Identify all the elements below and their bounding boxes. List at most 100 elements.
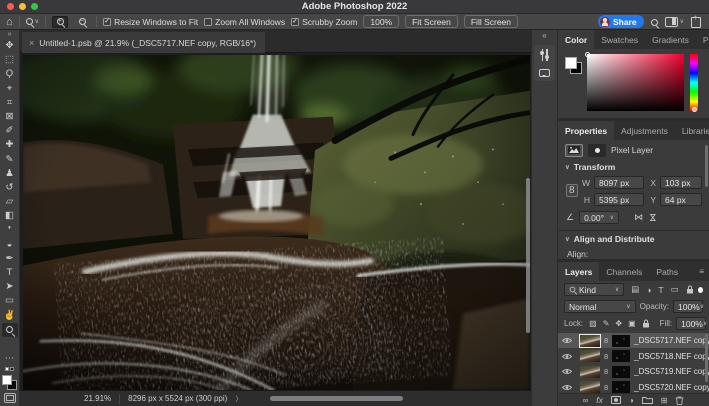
constrain-proportions-icon[interactable]: 8 bbox=[566, 184, 578, 197]
lock-position-icon[interactable]: ✥ bbox=[615, 319, 622, 328]
tab-color[interactable]: Color bbox=[558, 30, 594, 49]
link-layers-icon[interactable]: ∞ bbox=[583, 396, 589, 405]
zoom-out-button[interactable]: − bbox=[74, 16, 90, 28]
blend-mode-dropdown[interactable]: Normal ∨ bbox=[564, 300, 636, 313]
tab-gradients[interactable]: Gradients bbox=[645, 30, 696, 49]
tab-libraries[interactable]: Libraries bbox=[675, 121, 709, 140]
visibility-eye-icon[interactable] bbox=[562, 368, 572, 375]
width-field[interactable]: 8097 px bbox=[594, 176, 644, 189]
hand-tool[interactable]: ✌ bbox=[2, 309, 18, 323]
screen-mode-button[interactable] bbox=[4, 393, 16, 403]
scrubby-zoom-checkbox[interactable]: ✓ Scrubby Zoom bbox=[291, 17, 357, 27]
edit-toolbar-icon[interactable]: ⋯ bbox=[2, 354, 18, 364]
adjustment-layer-icon[interactable]: ◑ bbox=[629, 396, 634, 405]
frame-tool[interactable]: ⊠ bbox=[2, 110, 18, 124]
close-tab-icon[interactable]: × bbox=[29, 38, 34, 48]
layer-mask-thumbnail[interactable] bbox=[612, 335, 630, 347]
filter-toggle[interactable] bbox=[698, 287, 703, 293]
zoom-tool-option[interactable]: ∨ bbox=[26, 18, 39, 25]
type-tool[interactable]: T bbox=[2, 266, 18, 280]
mask-link-icon[interactable]: 8 bbox=[604, 352, 608, 361]
status-chevron-icon[interactable]: 〉 bbox=[235, 394, 242, 404]
share-button[interactable]: Share bbox=[598, 15, 644, 28]
export-share-icon[interactable] bbox=[691, 17, 701, 28]
saturation-brightness-field[interactable] bbox=[587, 54, 684, 111]
vertical-scrollbar[interactable] bbox=[526, 178, 530, 333]
document-tab[interactable]: × Untitled-1.psb @ 21.9% (_DSC5717.NEF c… bbox=[22, 32, 265, 53]
tab-properties[interactable]: Properties bbox=[558, 121, 614, 140]
visibility-eye-icon[interactable] bbox=[562, 384, 572, 391]
tab-paths[interactable]: Paths bbox=[649, 262, 685, 281]
zoom-in-button[interactable]: + bbox=[52, 16, 68, 28]
y-field[interactable]: 64 px bbox=[660, 193, 702, 206]
dodge-tool[interactable]: ◒ bbox=[2, 238, 18, 252]
layers-scrollbar[interactable] bbox=[705, 334, 708, 382]
pixel-layer-icon[interactable] bbox=[565, 144, 583, 157]
path-selection-tool[interactable]: ➤ bbox=[2, 280, 18, 294]
layer-style-fx-icon[interactable]: fx bbox=[596, 395, 603, 405]
lock-transparent-icon[interactable]: ▨ bbox=[589, 319, 597, 328]
status-zoom-level[interactable]: 21.91% bbox=[84, 394, 111, 403]
layer-row[interactable]: 8 _DSC5717.NEF copy bbox=[558, 333, 709, 348]
shape-tool[interactable]: ▭ bbox=[2, 294, 18, 308]
lock-all-icon[interactable] bbox=[642, 319, 650, 328]
tab-adjustments[interactable]: Adjustments bbox=[614, 121, 675, 140]
align-section-header[interactable]: ∨ Align and Distribute bbox=[558, 231, 709, 247]
gradient-tool[interactable]: ◧ bbox=[2, 209, 18, 223]
lock-artboard-icon[interactable]: ▣ bbox=[628, 319, 636, 328]
transform-section-header[interactable]: ∨ Transform bbox=[558, 159, 709, 175]
filter-kind-dropdown[interactable]: Kind ∨ bbox=[564, 283, 624, 296]
mask-link-icon[interactable]: 8 bbox=[604, 383, 608, 392]
zoom-all-windows-checkbox[interactable]: Zoom All Windows bbox=[204, 17, 285, 27]
layer-name[interactable]: _DSC5720.NEF copy bbox=[634, 383, 709, 392]
lock-image-icon[interactable]: ✎ bbox=[603, 319, 610, 328]
zoom-tool[interactable] bbox=[2, 323, 18, 337]
fit-screen-button[interactable]: Fit Screen bbox=[405, 15, 458, 28]
flip-horizontal-icon[interactable]: ⋈ bbox=[634, 212, 643, 223]
rotation-field[interactable]: 0.00° ∨ bbox=[579, 211, 619, 224]
mask-link-icon[interactable]: 8 bbox=[604, 336, 608, 345]
healing-brush-tool[interactable]: ✚ bbox=[2, 138, 18, 152]
panel-color-swatches[interactable] bbox=[565, 57, 582, 74]
layer-thumbnail[interactable] bbox=[580, 366, 600, 378]
visibility-eye-icon[interactable] bbox=[562, 337, 572, 344]
color-picker-marker[interactable] bbox=[585, 52, 590, 57]
marquee-tool[interactable]: ⬚ bbox=[2, 53, 18, 67]
filter-pixel-layers-icon[interactable]: ▤ bbox=[631, 284, 639, 295]
toolbar-collapse-icon[interactable]: » bbox=[8, 30, 12, 39]
history-brush-tool[interactable]: ↺ bbox=[2, 181, 18, 195]
mask-link-icon[interactable]: 8 bbox=[604, 367, 608, 376]
filter-shape-layers-icon[interactable]: ▭ bbox=[671, 284, 679, 295]
mask-properties-icon[interactable] bbox=[588, 144, 606, 157]
foreground-color-swatch[interactable] bbox=[565, 57, 577, 69]
x-field[interactable]: 103 px bbox=[660, 176, 702, 189]
adjustments-sliders-icon[interactable] bbox=[540, 49, 550, 61]
flip-vertical-icon[interactable]: ⋈ bbox=[647, 213, 658, 222]
layer-name[interactable]: _DSC5719.NEF copy bbox=[634, 367, 709, 376]
lasso-tool[interactable]: Ϙ bbox=[2, 67, 18, 81]
color-swatches-control[interactable] bbox=[2, 375, 17, 390]
tab-channels[interactable]: Channels bbox=[599, 262, 649, 281]
add-mask-icon[interactable] bbox=[611, 396, 621, 404]
filter-type-layers-icon[interactable]: T bbox=[658, 285, 663, 295]
layer-thumbnail[interactable] bbox=[580, 335, 600, 347]
zoom-100-button[interactable]: 100% bbox=[363, 15, 399, 28]
layer-row[interactable]: 8 _DSC5718.NEF copy bbox=[558, 349, 709, 364]
opacity-field[interactable]: 100% ∨ bbox=[673, 300, 703, 313]
brush-tool[interactable]: ✎ bbox=[2, 153, 18, 167]
layer-name[interactable]: _DSC5717.NEF copy bbox=[634, 336, 709, 345]
pen-tool[interactable]: ✒ bbox=[2, 252, 18, 266]
layer-mask-thumbnail[interactable] bbox=[612, 350, 630, 362]
document-viewport[interactable] bbox=[20, 53, 531, 390]
fill-screen-button[interactable]: Fill Screen bbox=[464, 15, 518, 28]
foreground-color-swatch[interactable] bbox=[2, 375, 12, 385]
layer-mask-thumbnail[interactable] bbox=[612, 366, 630, 378]
default-colors-control[interactable] bbox=[5, 365, 14, 372]
new-group-icon[interactable] bbox=[642, 396, 653, 404]
properties-scrollbar[interactable] bbox=[705, 145, 708, 187]
tab-layers[interactable]: Layers bbox=[558, 262, 599, 281]
resize-windows-checkbox[interactable]: ✓ Resize Windows to Fit bbox=[103, 17, 198, 27]
hue-slider[interactable] bbox=[690, 54, 698, 111]
blur-tool[interactable]: ❜ bbox=[2, 223, 18, 237]
height-field[interactable]: 5395 px bbox=[594, 193, 644, 206]
